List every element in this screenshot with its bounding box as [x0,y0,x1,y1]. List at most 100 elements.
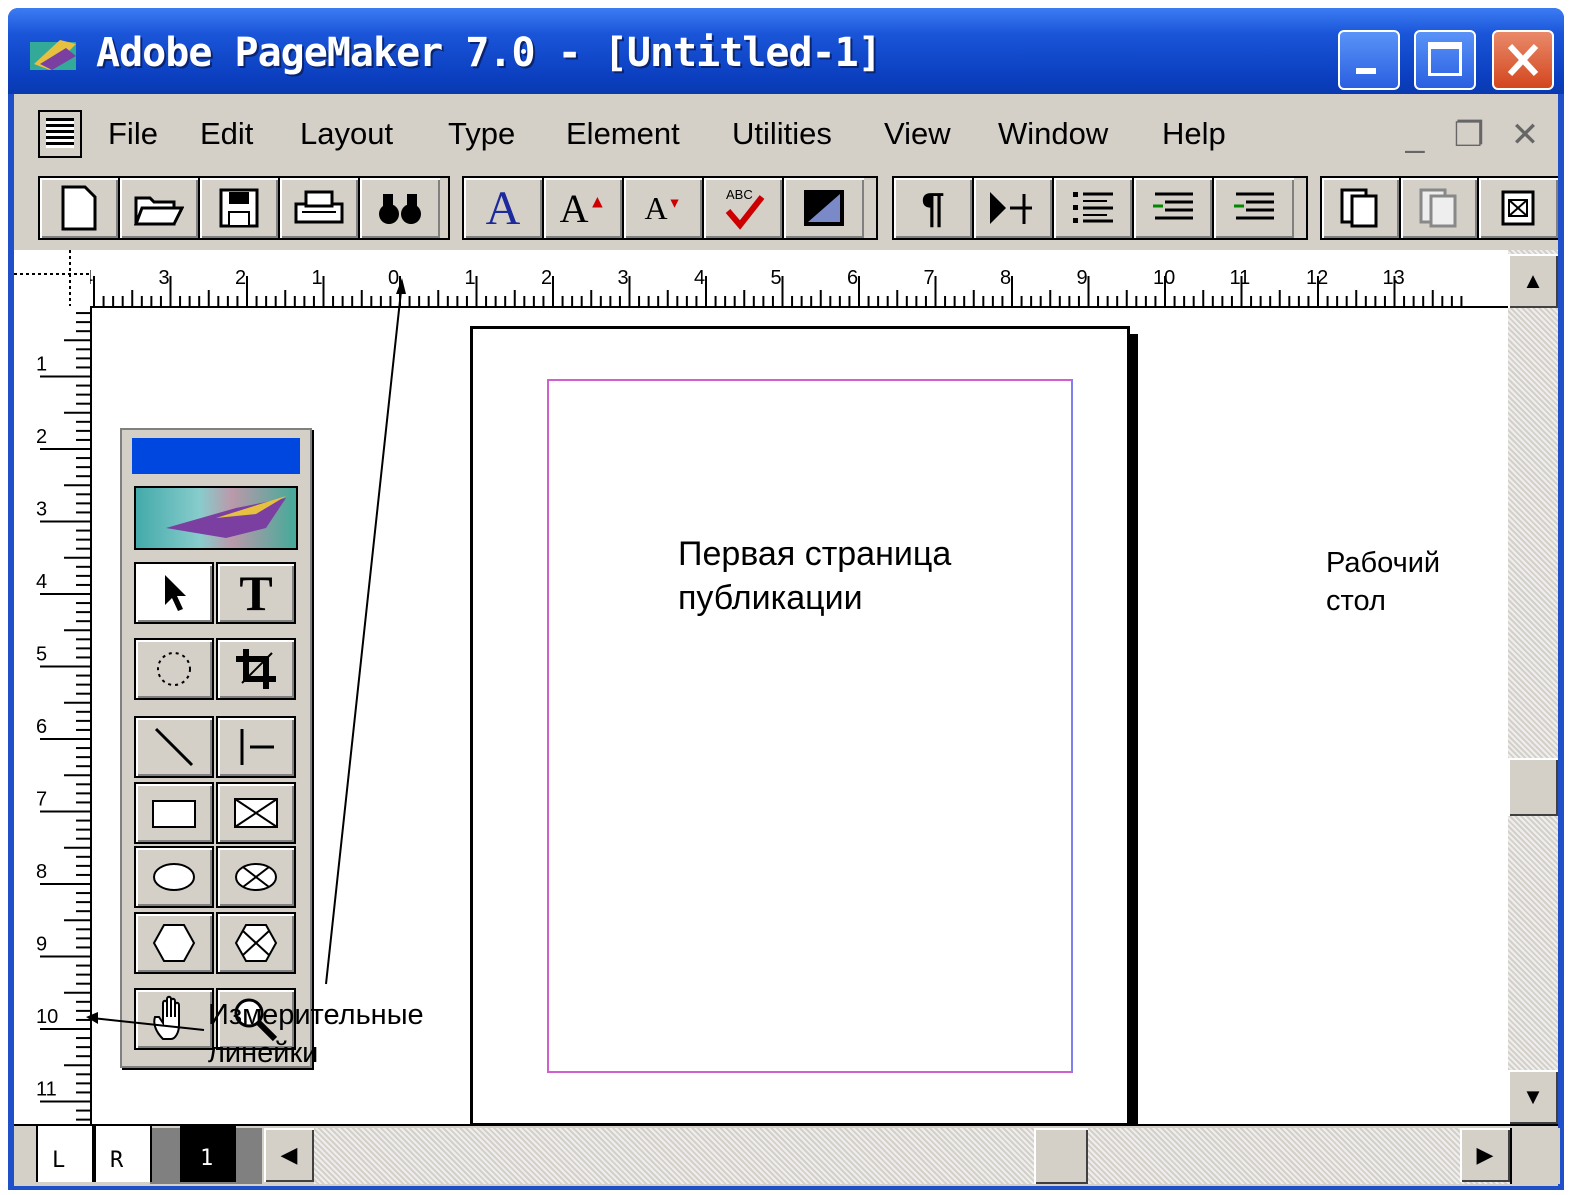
menu-bar: File Edit Layout Type Element Utilities … [14,94,1558,166]
rulers-annotation-line1: Измерительные [208,999,424,1031]
crop-tool[interactable] [216,638,296,700]
ruler-label: 10 [1153,267,1175,289]
document-restore-button[interactable]: ❐ [1446,112,1492,158]
scroll-left-button[interactable]: ◀ [264,1128,314,1182]
maximize-button[interactable] [1414,30,1476,90]
crop-icon [236,649,276,689]
ruler-label: 9 [1077,267,1088,289]
document-minimize-button[interactable]: _ [1392,112,1438,158]
increase-indent-icon [1234,192,1274,220]
text-tool[interactable]: T [216,562,296,624]
title-bar[interactable]: Adobe PageMaker 7.0 - [Untitled-1] [8,8,1564,94]
hand-tool[interactable] [134,988,214,1050]
ruler-label: 5 [36,644,47,666]
character-format-icon: A [485,181,521,235]
frame-button[interactable] [1479,178,1558,238]
save-button[interactable] [200,178,280,238]
scroll-up-button[interactable]: ▲ [1508,254,1558,308]
ellipse-tool[interactable] [134,846,214,908]
line-tool[interactable] [134,716,214,778]
ruler-label: 8 [1000,267,1011,289]
copy-page-button[interactable] [1401,178,1480,238]
toolbox-palette[interactable]: T [120,428,312,1068]
bullets-icon [1073,192,1113,223]
close-icon [1507,43,1539,77]
page-annotation: Первая страница публикации [678,532,951,620]
rectangle-tool[interactable] [134,782,214,844]
arrow-right-icon: ▶ [1476,1142,1494,1167]
close-button[interactable] [1492,30,1554,90]
pointer-arrow-icon [165,575,186,611]
ruler-label: 2 [36,426,47,448]
menu-view[interactable]: View [884,116,951,152]
menu-window[interactable]: Window [998,116,1108,152]
horizontal-scrollbar[interactable] [314,1128,1510,1184]
open-button[interactable] [120,178,200,238]
menu-edit[interactable]: Edit [200,116,253,152]
print-button[interactable] [280,178,360,238]
constrained-line-icon [240,729,274,765]
ruler-label: 11 [36,1079,57,1101]
ellipse-frame-tool[interactable] [216,846,296,908]
rotate-tool[interactable] [134,638,214,700]
paragraph-icon: ¶ [921,184,945,231]
ruler-origin[interactable] [14,250,90,306]
document-close-button[interactable]: ✕ [1502,112,1548,158]
vertical-scrollbar[interactable]: ▲ ▼ [1508,250,1558,1124]
ruler-label: 3 [618,267,629,289]
horizontal-ruler[interactable]: 4321012345678910111213 [90,250,1508,308]
diagonal-line-icon [154,727,194,767]
toolbar-group-pages [1320,176,1558,240]
svg-text:ABC: ABC [726,187,753,202]
decrease-indent-button[interactable] [1134,178,1214,238]
ruler-label: 3 [159,267,170,289]
ruler-label: 10 [36,1006,58,1028]
horizontal-scroll-thumb[interactable] [1034,1128,1088,1184]
pagemaker-app-icon[interactable] [30,34,80,74]
scroll-right-button[interactable]: ▶ [1460,1128,1510,1182]
right-master-page-icon[interactable]: R [94,1124,152,1182]
ruler-label: 5 [771,267,782,289]
vertical-ruler[interactable]: 01234567891011 [14,306,92,1124]
publication-page[interactable] [470,326,1130,1126]
menu-file[interactable]: File [108,116,158,152]
scroll-down-button[interactable]: ▼ [1508,1070,1558,1124]
rectangle-frame-tool[interactable] [216,782,296,844]
pasteboard-annotation: Рабочий стол [1326,544,1440,620]
pointer-tool[interactable] [134,562,214,624]
page-1-icon[interactable]: 1 [180,1124,236,1182]
text-tool-icon: T [239,565,273,621]
toolbox-title-bar[interactable] [132,438,300,474]
character-format-button[interactable]: A [464,178,544,238]
paragraph-button[interactable]: ¶ [894,178,974,238]
menu-type[interactable]: Type [448,116,515,152]
font-size-increase-button[interactable]: A▲ [544,178,624,238]
document-control-icon[interactable] [38,110,82,158]
menu-element[interactable]: Element [566,116,680,152]
ruler-label: 13 [1383,267,1405,289]
new-document-icon [61,185,97,231]
spell-check-button[interactable]: ABC [704,178,784,238]
new-document-button[interactable] [40,178,120,238]
menu-utilities[interactable]: Utilities [732,116,832,152]
find-button[interactable] [360,178,440,238]
size-grip[interactable] [1510,1128,1560,1184]
decrease-indent-icon [1153,192,1193,220]
page-number-label: 1 [200,1146,214,1171]
master-page-button[interactable] [1322,178,1401,238]
menu-layout[interactable]: Layout [300,116,393,152]
vertical-scroll-thumb[interactable] [1508,758,1558,816]
menu-help[interactable]: Help [1162,116,1226,152]
polygon-frame-tool[interactable] [216,912,296,974]
place-button[interactable] [974,178,1054,238]
save-disk-icon [219,188,259,228]
polygon-tool[interactable] [134,912,214,974]
minimize-button[interactable] [1338,30,1400,90]
constrained-line-tool[interactable] [216,716,296,778]
fill-button[interactable] [784,178,864,238]
font-size-decrease-button[interactable]: A▼ [624,178,704,238]
page-annotation-line1: Первая страница [678,535,952,573]
left-master-page-icon[interactable]: L [36,1124,94,1182]
increase-indent-button[interactable] [1214,178,1294,238]
bullets-button[interactable] [1054,178,1134,238]
